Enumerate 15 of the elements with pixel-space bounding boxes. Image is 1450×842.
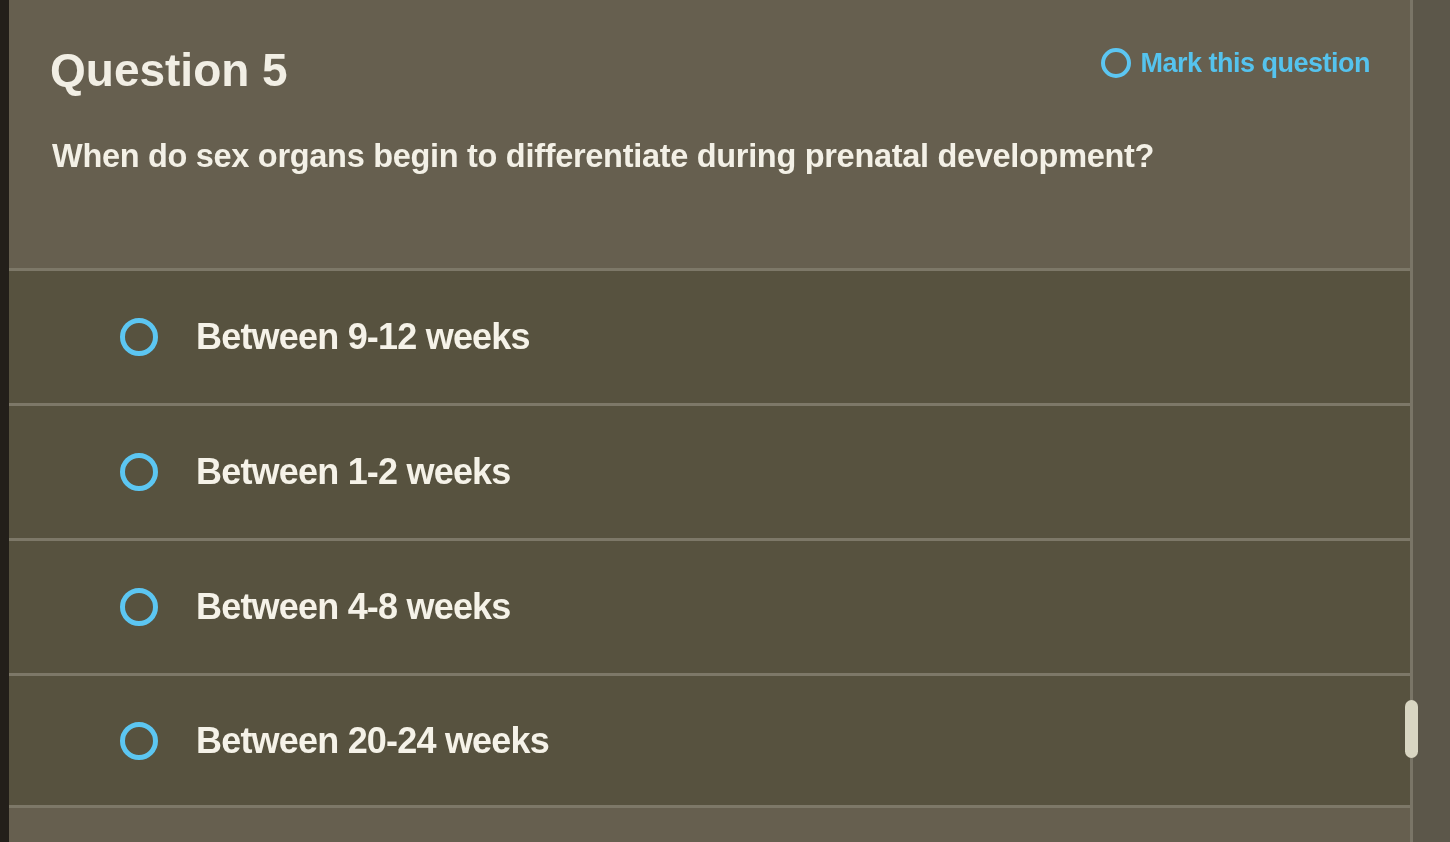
answer-option[interactable]: Between 4-8 weeks (9, 538, 1410, 673)
radio-button[interactable] (120, 721, 158, 760)
answer-option[interactable]: Between 20-24 weeks (9, 673, 1410, 808)
radio-button[interactable] (120, 588, 158, 626)
radio-button[interactable] (120, 453, 158, 491)
scrollbar-thumb[interactable] (1405, 700, 1418, 758)
answer-option[interactable]: Between 9-12 weeks (9, 268, 1410, 403)
option-label: Between 4-8 weeks (196, 586, 511, 628)
question-text: When do sex organs begin to differentiate during prenatal development? (52, 138, 1156, 175)
radio-button[interactable] (120, 318, 158, 356)
option-label: Between 20-24 weeks (196, 719, 549, 762)
option-label: Between 1-2 weeks (196, 451, 511, 493)
option-label: Between 9-12 weeks (196, 316, 530, 358)
answer-option[interactable]: Between 1-2 weeks (9, 403, 1410, 538)
question-title: Question 5 (50, 43, 288, 98)
